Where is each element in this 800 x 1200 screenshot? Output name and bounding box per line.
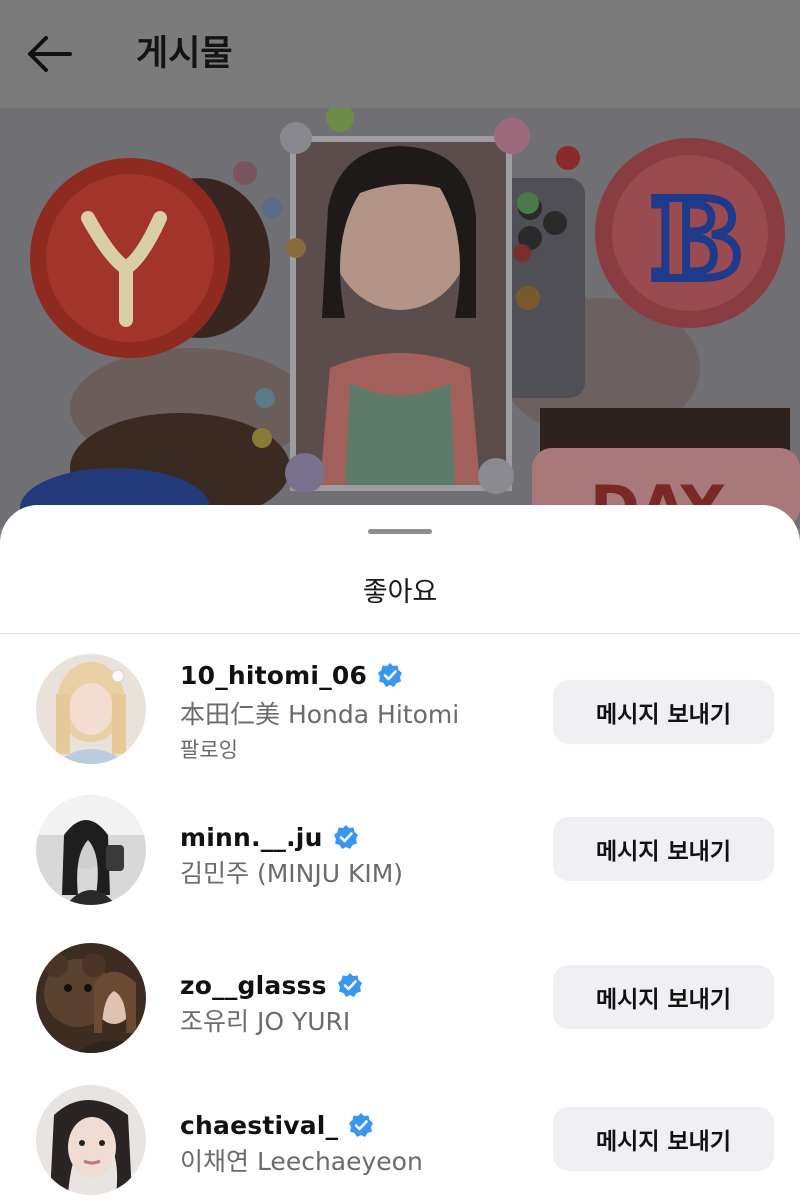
divider — [0, 633, 800, 634]
cake-letter-b: B — [650, 175, 743, 304]
verified-badge-icon — [333, 824, 359, 850]
username[interactable]: chaestival_ — [180, 1111, 338, 1140]
full-name: 김민주 (MINJU KIM) — [180, 859, 404, 888]
username[interactable]: 10_hitomi_06 — [180, 661, 367, 690]
sheet-title: 좋아요 — [362, 577, 438, 608]
send-message-button[interactable]: 메시지 보내기 — [553, 680, 774, 744]
send-message-button[interactable]: 메시지 보내기 — [553, 1107, 774, 1171]
list-item: chaestival_ 이채연 Leechaeyeon 메시지 보내기 — [0, 1085, 800, 1200]
full-name: 이채연 Leechaeyeon — [180, 1147, 423, 1176]
page-title: 게시물 — [136, 34, 233, 74]
avatar[interactable] — [36, 795, 146, 905]
avatar[interactable] — [36, 1085, 146, 1195]
send-message-button[interactable]: 메시지 보내기 — [553, 965, 774, 1029]
username-line: zo__glasss — [180, 967, 363, 1003]
username[interactable]: zo__glasss — [180, 971, 327, 1000]
full-name: 조유리 JO YURI — [180, 1007, 351, 1036]
arrow-left-icon[interactable] — [26, 30, 74, 78]
post-image: B DAY — [0, 108, 800, 528]
avatar[interactable] — [36, 654, 146, 764]
username-line: chaestival_ — [180, 1107, 374, 1143]
username[interactable]: minn.__.ju — [180, 823, 323, 852]
list-item: minn.__.ju 김민주 (MINJU KIM) 메시지 보내기 — [0, 795, 800, 925]
verified-badge-icon — [377, 662, 403, 688]
top-nav-bar: 게시물 — [0, 0, 800, 108]
sheet-drag-handle[interactable] — [368, 529, 432, 534]
username-line: minn.__.ju — [180, 819, 359, 855]
avatar[interactable] — [36, 943, 146, 1053]
likes-bottom-sheet: 좋아요 10_hitomi_06 本田仁美 Honda Hitomi 팔로잉 메… — [0, 505, 800, 1200]
list-item: 10_hitomi_06 本田仁美 Honda Hitomi 팔로잉 메시지 보… — [0, 647, 800, 777]
verified-badge-icon — [348, 1112, 374, 1138]
follow-status: 팔로잉 — [180, 738, 238, 762]
list-item: zo__glasss 조유리 JO YURI 메시지 보내기 — [0, 943, 800, 1073]
full-name: 本田仁美 Honda Hitomi — [180, 700, 460, 729]
username-line: 10_hitomi_06 — [180, 657, 403, 693]
send-message-button[interactable]: 메시지 보내기 — [553, 817, 774, 881]
verified-badge-icon — [337, 972, 363, 998]
